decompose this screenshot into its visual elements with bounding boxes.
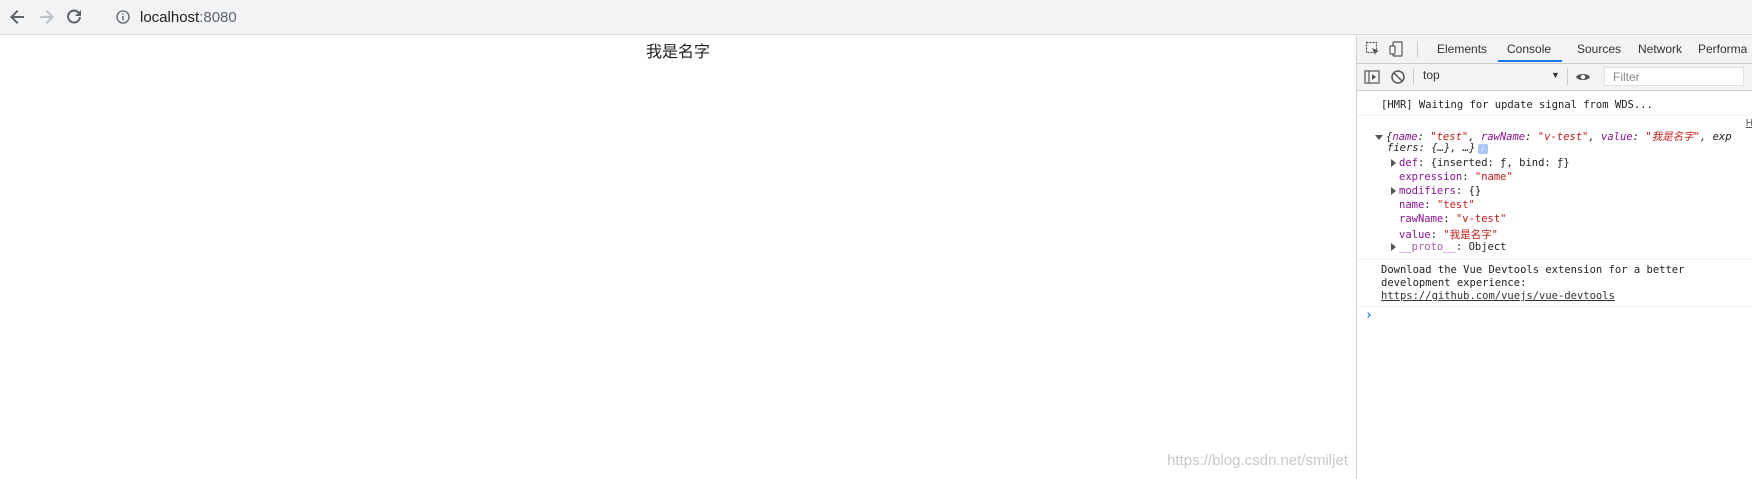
collapse-triangle-icon[interactable] [1375, 134, 1383, 140]
sidebar-toggle-icon[interactable] [1364, 69, 1380, 85]
console-prompt[interactable]: › [1365, 308, 1373, 323]
watermark: https://blog.csdn.net/smiljet [1167, 452, 1348, 469]
devtools-panel: Elements Console Sources Network Perform… [1356, 36, 1752, 479]
console-toolbar: top ▼ Filter [1357, 64, 1752, 91]
tab-performance[interactable]: Performa [1698, 42, 1747, 56]
source-link[interactable]: H [1746, 118, 1752, 129]
toolbar-separator [1413, 68, 1414, 85]
tab-elements[interactable]: Elements [1437, 42, 1487, 56]
prop-row: value: "我是名字" [1399, 229, 1498, 241]
prop-row: rawName: "v-test" [1399, 213, 1507, 225]
context-value: top [1423, 68, 1440, 82]
browser-toolbar: localhost:8080 [0, 0, 1752, 35]
vue-devtools-msg-line2: development experience: [1381, 277, 1527, 289]
object-summary-cont: fiers: {…}, …} i [1387, 142, 1488, 154]
arrow-left-icon [10, 10, 24, 24]
expand-triangle-icon[interactable] [1391, 243, 1396, 251]
info-icon[interactable] [116, 10, 130, 24]
prop-row[interactable]: def: {inserted: ƒ, bind: ƒ} [1391, 157, 1570, 169]
expand-triangle-icon[interactable] [1391, 159, 1396, 167]
devtools-tabbar: Elements Console Sources Network Perform… [1357, 36, 1752, 64]
arrow-right-icon [40, 10, 54, 24]
prop-row: name: "test" [1399, 199, 1475, 211]
device-toolbar-icon[interactable] [1389, 41, 1405, 57]
vue-devtools-link[interactable]: https://github.com/vuejs/vue-devtools [1381, 290, 1615, 302]
toolbar-separator-2 [1567, 68, 1568, 85]
tab-network[interactable]: Network [1638, 42, 1682, 56]
info-badge-icon[interactable]: i [1477, 144, 1488, 154]
inspect-element-icon[interactable] [1365, 41, 1381, 57]
eye-icon[interactable] [1575, 69, 1591, 85]
url-port: :8080 [199, 9, 237, 26]
prop-row[interactable]: __proto__: Object [1391, 241, 1507, 253]
caret-down-icon: ▼ [1551, 70, 1560, 80]
tab-console[interactable]: Console [1507, 42, 1551, 56]
prop-row: expression: "name" [1399, 171, 1513, 183]
message-divider [1357, 115, 1752, 116]
context-selector[interactable]: top [1423, 68, 1553, 86]
expand-triangle-icon[interactable] [1391, 187, 1396, 195]
message-divider [1357, 306, 1752, 307]
reload-icon [67, 9, 81, 24]
filter-placeholder: Filter [1613, 70, 1640, 84]
prop-row[interactable]: modifiers: {} [1391, 185, 1481, 197]
url-host: localhost [140, 9, 200, 26]
page-viewport: 我是名字 https://blog.csdn.net/smiljet [0, 36, 1356, 479]
url-text: localhost:8080 [140, 9, 237, 26]
console-message-hmr: [HMR] Waiting for update signal from WDS… [1381, 99, 1653, 111]
back-button[interactable] [7, 6, 29, 28]
tab-separator [1417, 41, 1418, 58]
address-bar[interactable]: localhost:8080 [106, 3, 1746, 31]
tab-sources[interactable]: Sources [1577, 42, 1621, 56]
clear-console-icon[interactable] [1390, 69, 1406, 85]
message-divider [1357, 259, 1752, 260]
reload-button[interactable] [63, 6, 85, 28]
page-heading: 我是名字 [645, 44, 710, 61]
active-tab-indicator [1498, 60, 1562, 62]
forward-button[interactable] [35, 6, 57, 28]
vue-devtools-msg-line1: Download the Vue Devtools extension for … [1381, 264, 1685, 276]
filter-input[interactable]: Filter [1604, 67, 1744, 86]
